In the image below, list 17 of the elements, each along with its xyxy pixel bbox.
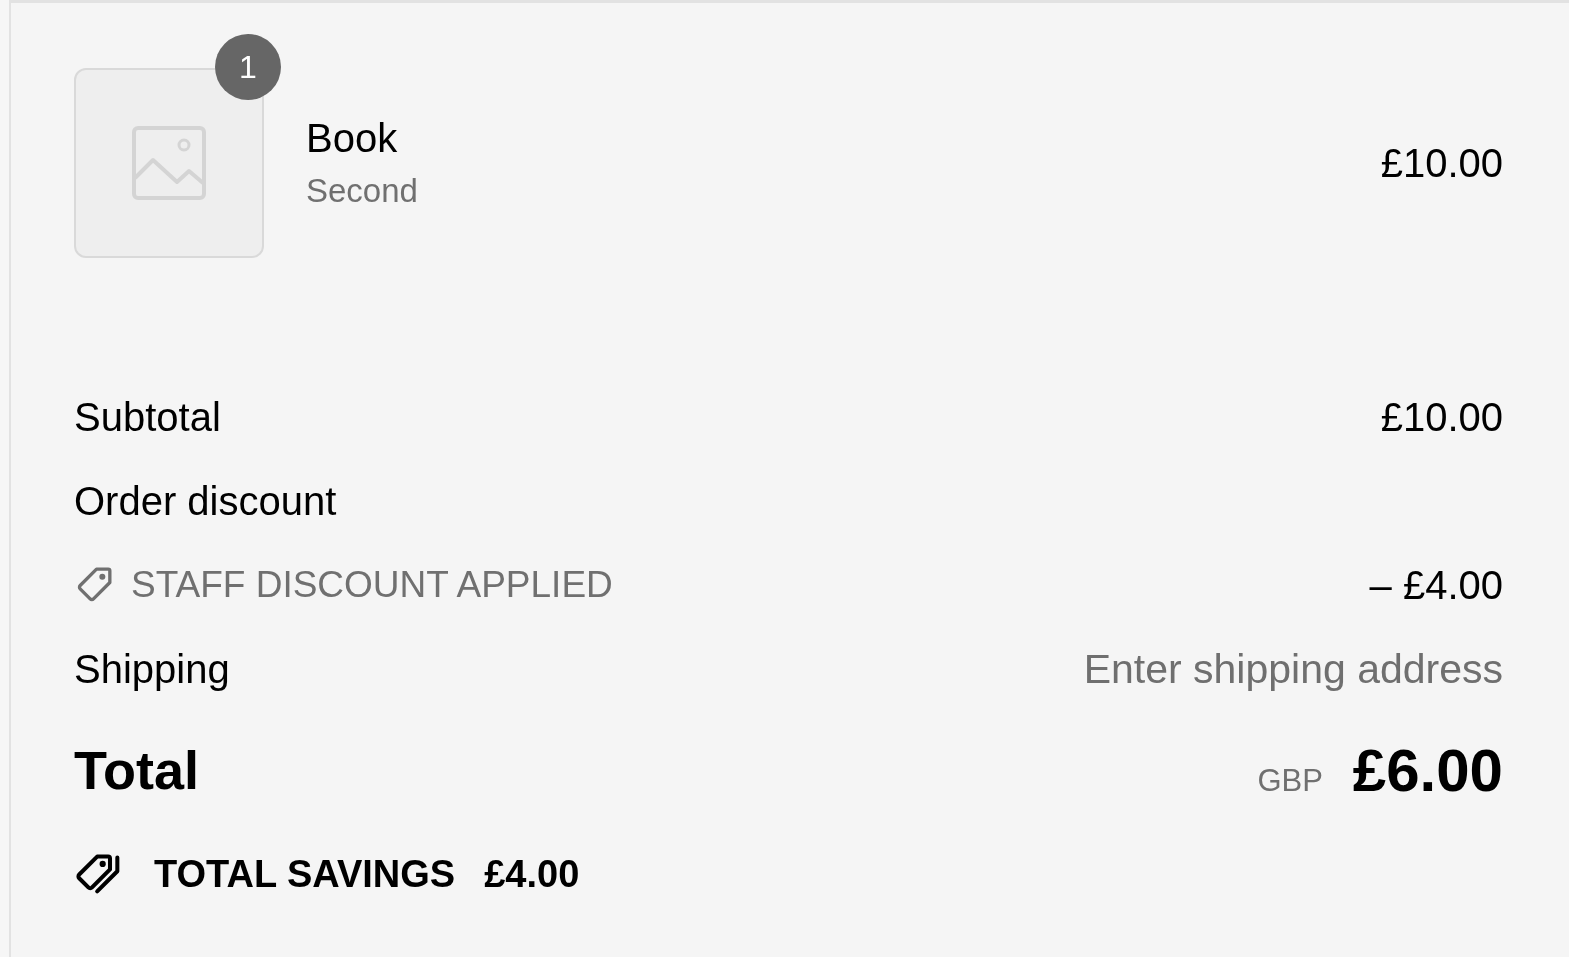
summary-value: £10.00 <box>1380 394 1503 440</box>
image-icon <box>132 126 206 200</box>
item-price: £10.00 <box>1380 140 1503 186</box>
product-title: Book <box>306 115 399 161</box>
shipping-hint: Enter shipping address <box>1083 645 1503 693</box>
discount-label: STAFF DISCOUNT APPLIED <box>131 564 613 606</box>
discount-amount: – £4.00 <box>1369 562 1503 608</box>
summary-label: Shipping <box>74 646 230 692</box>
total-label: Total <box>74 739 199 801</box>
summary-label: Subtotal <box>74 394 221 440</box>
product-variant: Second <box>306 171 418 211</box>
savings-label: TOTAL SAVINGS <box>154 852 456 896</box>
quantity-badge: 1 <box>215 34 281 100</box>
total-amount: £6.00 <box>1352 735 1503 805</box>
summary-label: Order discount <box>74 478 337 524</box>
currency-code: GBP <box>1257 762 1323 799</box>
savings-amount: £4.00 <box>484 852 580 896</box>
